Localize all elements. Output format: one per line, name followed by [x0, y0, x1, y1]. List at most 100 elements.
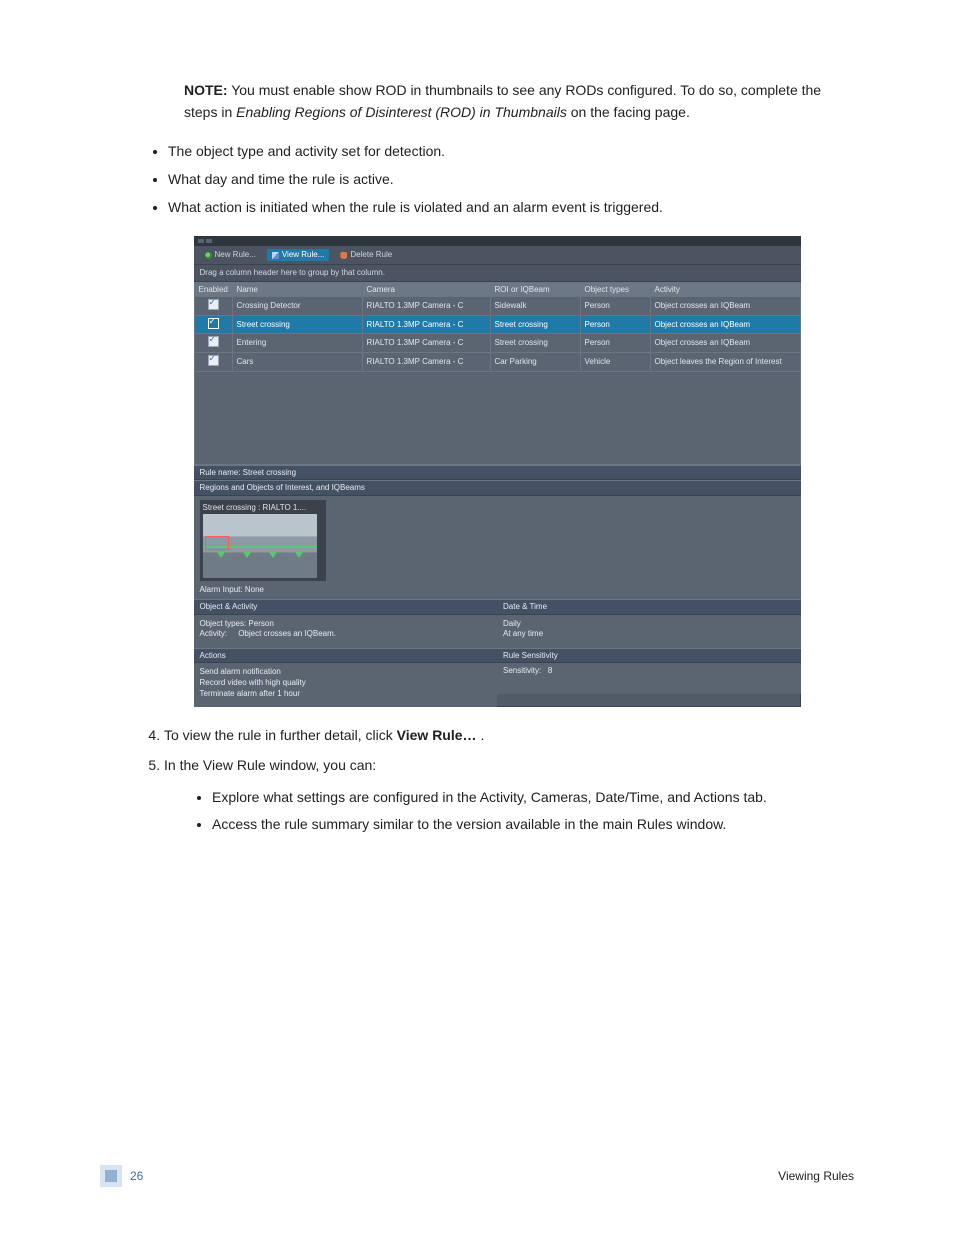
- date-time-l2: At any time: [503, 629, 795, 639]
- new-rule-label: New Rule...: [215, 250, 256, 260]
- numbered-steps: To view the rule in further detail, clic…: [140, 725, 854, 836]
- cell-activity: Object crosses an IQBeam: [650, 334, 800, 353]
- col-camera[interactable]: Camera: [362, 282, 490, 297]
- activity-value: Object crosses an IQBeam.: [238, 629, 336, 638]
- view-rule-button[interactable]: View Rule...: [267, 249, 330, 261]
- actions-sensitivity-row: Actions Send alarm notification Record v…: [194, 648, 801, 707]
- group-hint: Drag a column header here to group by th…: [194, 265, 801, 282]
- alarm-input-label: Alarm Input:: [200, 585, 243, 594]
- rule-name-label: Rule name:: [200, 468, 241, 477]
- object-types-value: Person: [248, 619, 273, 628]
- checkbox-icon[interactable]: [208, 336, 219, 347]
- logo-icon: [100, 1165, 122, 1187]
- cell-types: Person: [580, 297, 650, 316]
- checkbox-icon[interactable]: [208, 299, 219, 310]
- cell-enabled[interactable]: [194, 334, 232, 353]
- roi-detail: Street crossing : RIALTO 1.... Alarm Inp…: [194, 496, 801, 599]
- activity-label: Activity:: [200, 629, 228, 638]
- sensitivity-label: Sensitivity:: [503, 666, 541, 675]
- sensitivity-head: Rule Sensitivity: [497, 649, 801, 664]
- actions-body: Send alarm notification Record video wit…: [194, 663, 498, 707]
- table-row[interactable]: EnteringRIALTO 1.3MP Camera - CStreet cr…: [194, 334, 800, 353]
- footer-section: Viewing Rules: [778, 1167, 854, 1186]
- col-enabled[interactable]: Enabled: [194, 282, 232, 297]
- col-types[interactable]: Object types: [580, 282, 650, 297]
- cell-camera: RIALTO 1.3MP Camera - C: [362, 297, 490, 316]
- col-name[interactable]: Name: [232, 282, 362, 297]
- cell-activity: Object leaves the Region of Interest: [650, 353, 800, 372]
- new-icon: [205, 252, 212, 259]
- cell-enabled[interactable]: [194, 297, 232, 316]
- cell-types: Person: [580, 315, 650, 334]
- roi-thumbnail[interactable]: Street crossing : RIALTO 1....: [200, 500, 326, 582]
- view-icon: [272, 252, 279, 259]
- cell-roi: Car Parking: [490, 353, 580, 372]
- bullet-item: What day and time the rule is active.: [168, 169, 854, 191]
- roi-thumb-image: [203, 514, 317, 578]
- new-rule-button[interactable]: New Rule...: [200, 249, 261, 261]
- grid-empty-area: [194, 372, 801, 465]
- actions-l2: Record video with high quality: [200, 678, 492, 688]
- sub-bullet: Explore what settings are configured in …: [212, 787, 854, 809]
- checkbox-icon[interactable]: [208, 355, 219, 366]
- note-label: NOTE:: [184, 82, 228, 98]
- date-time-head: Date & Time: [497, 600, 801, 615]
- page: NOTE: You must enable show ROD in thumbn…: [0, 0, 954, 1235]
- alarm-input-row: Alarm Input: None: [200, 585, 795, 595]
- step5-text: In the View Rule window, you can:: [164, 757, 376, 773]
- note-text-b: on the facing page.: [571, 104, 690, 120]
- object-types-label: Object types:: [200, 619, 247, 628]
- cell-types: Person: [580, 334, 650, 353]
- cell-roi: Sidewalk: [490, 297, 580, 316]
- table-row[interactable]: CarsRIALTO 1.3MP Camera - CCar ParkingVe…: [194, 353, 800, 372]
- roi-section-head: Regions and Objects of Interest, and IQB…: [194, 480, 801, 496]
- actions-head: Actions: [194, 649, 498, 664]
- cell-enabled[interactable]: [194, 353, 232, 372]
- cell-camera: RIALTO 1.3MP Camera - C: [362, 353, 490, 372]
- cell-name: Cars: [232, 353, 362, 372]
- app-screenshot: New Rule... View Rule... Delete Rule Dra…: [194, 236, 801, 707]
- table-row[interactable]: Street crossingRIALTO 1.3MP Camera - CSt…: [194, 315, 800, 334]
- roi-thumb-title: Street crossing : RIALTO 1....: [203, 503, 323, 513]
- cell-activity: Object crosses an IQBeam: [650, 315, 800, 334]
- footer-logo-group: 26: [100, 1165, 143, 1187]
- object-datetime-row: Object & Activity Object types: Person A…: [194, 599, 801, 648]
- step4-a: To view the rule in further detail, clic…: [164, 727, 397, 743]
- date-time-body: Daily At any time: [497, 615, 801, 648]
- bullet-item: The object type and activity set for det…: [168, 141, 854, 163]
- table-row[interactable]: Crossing DetectorRIALTO 1.3MP Camera - C…: [194, 297, 800, 316]
- col-roi[interactable]: ROI or IQBeam: [490, 282, 580, 297]
- toolbar: New Rule... View Rule... Delete Rule: [194, 246, 801, 265]
- actions-l3: Terminate alarm after 1 hour: [200, 689, 492, 699]
- step-4: To view the rule in further detail, clic…: [164, 725, 854, 747]
- cell-camera: RIALTO 1.3MP Camera - C: [362, 315, 490, 334]
- actions-l1: Send alarm notification: [200, 667, 492, 677]
- cell-roi: Street crossing: [490, 315, 580, 334]
- note-block: NOTE: You must enable show ROD in thumbn…: [184, 80, 854, 123]
- cell-name: Entering: [232, 334, 362, 353]
- alarm-input-value: None: [245, 585, 264, 594]
- col-activity[interactable]: Activity: [650, 282, 800, 297]
- window-titlebar: [194, 236, 801, 246]
- bullets-top: The object type and activity set for det…: [140, 141, 854, 218]
- view-rule-label: View Rule...: [282, 250, 325, 260]
- page-number: 26: [130, 1167, 143, 1186]
- delete-icon: [340, 252, 347, 259]
- rules-grid: Enabled Name Camera ROI or IQBeam Object…: [194, 282, 801, 372]
- delete-rule-button[interactable]: Delete Rule: [335, 249, 397, 261]
- sensitivity-body: Sensitivity: 8: [497, 663, 801, 694]
- bullet-item: What action is initiated when the rule i…: [168, 197, 854, 219]
- note-em: Enabling Regions of Disinterest (ROD) in…: [236, 104, 567, 120]
- cell-roi: Street crossing: [490, 334, 580, 353]
- rule-name-row: Rule name: Street crossing: [194, 465, 801, 481]
- step4-c: .: [480, 727, 484, 743]
- rule-name-value: Street crossing: [243, 468, 296, 477]
- cell-types: Vehicle: [580, 353, 650, 372]
- step4-b: View Rule…: [397, 727, 477, 743]
- sub-bullet: Access the rule summary similar to the v…: [212, 814, 854, 836]
- cell-enabled[interactable]: [194, 315, 232, 334]
- date-time-l1: Daily: [503, 619, 795, 629]
- cell-name: Street crossing: [232, 315, 362, 334]
- checkbox-icon[interactable]: [208, 318, 219, 329]
- cell-camera: RIALTO 1.3MP Camera - C: [362, 334, 490, 353]
